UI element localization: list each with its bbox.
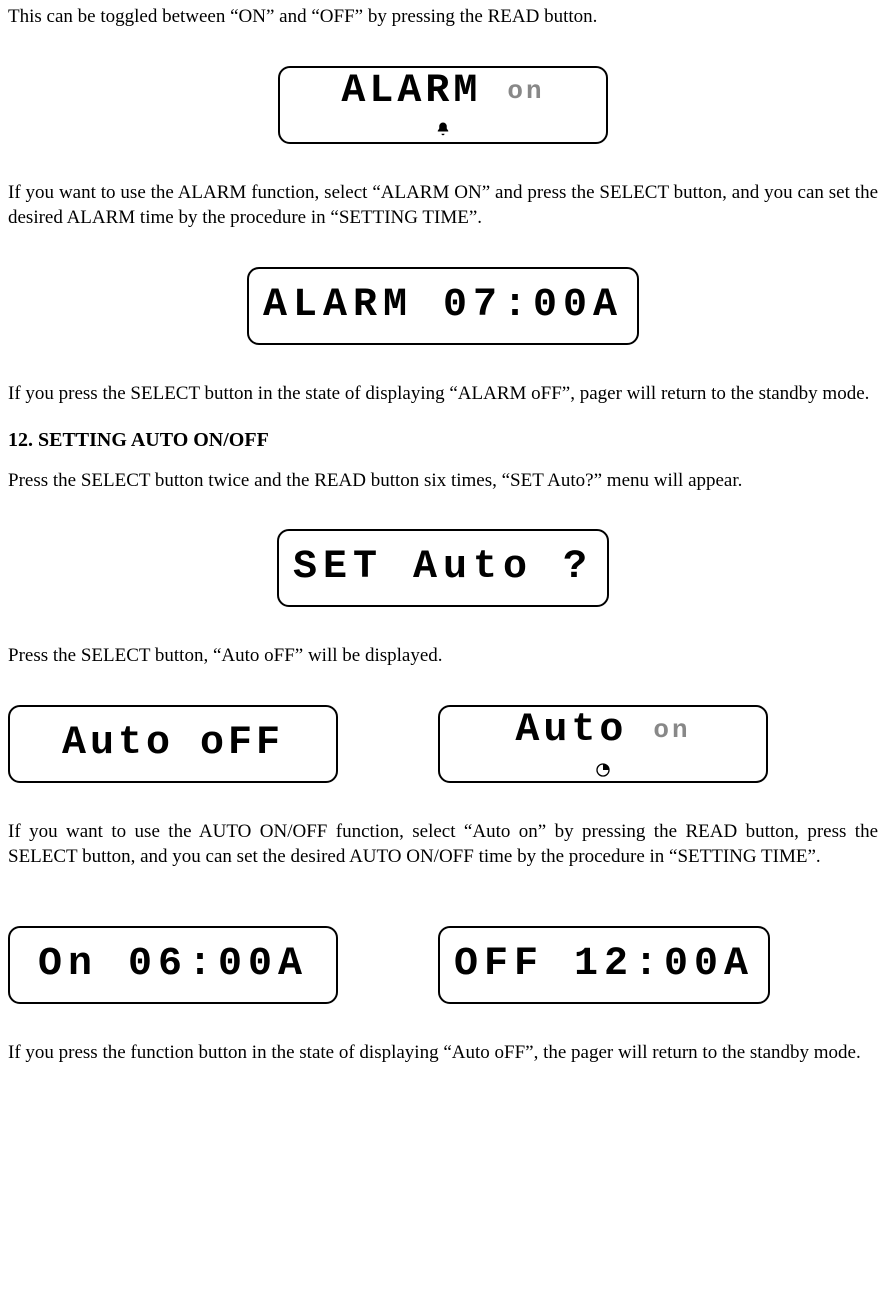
lcd-text: On 06:00A <box>38 938 308 992</box>
lcd-text: ALARM 07:00A <box>263 279 623 333</box>
lcd-text: ALARM <box>341 65 481 119</box>
lcd-text: SET Auto ? <box>293 541 593 595</box>
bell-icon <box>434 121 452 145</box>
lcd-alarm-time: ALARM 07:00A <box>247 267 639 345</box>
section-heading: 12. SETTING AUTO ON/OFF <box>8 427 878 454</box>
lcd-text: on <box>507 74 544 109</box>
lcd-off-time: OFF 12:00A <box>438 926 770 1004</box>
paragraph: If you press the function button in the … <box>8 1040 878 1066</box>
lcd-text: Auto <box>515 704 627 758</box>
lcd-text: oFF <box>200 717 284 771</box>
lcd-text: Auto <box>62 717 174 771</box>
lcd-text: on <box>653 713 690 748</box>
paragraph: Press the SELECT button, “Auto oFF” will… <box>8 643 878 669</box>
lcd-set-auto: SET Auto ? <box>277 529 609 607</box>
paragraph: This can be toggled between “ON” and “OF… <box>8 4 878 30</box>
lcd-auto-off: Auto oFF <box>8 705 338 783</box>
paragraph: If you press the SELECT button in the st… <box>8 381 878 407</box>
lcd-auto-on: Auto on <box>438 705 768 783</box>
paragraph: If you want to use the ALARM function, s… <box>8 180 878 231</box>
lcd-alarm-on: ALARM on <box>278 66 608 144</box>
lcd-text: OFF 12:00A <box>454 938 754 992</box>
paragraph: Press the SELECT button twice and the RE… <box>8 468 878 494</box>
lcd-on-time: On 06:00A <box>8 926 338 1004</box>
clock-icon <box>595 760 611 784</box>
paragraph: If you want to use the AUTO ON/OFF funct… <box>8 819 878 870</box>
